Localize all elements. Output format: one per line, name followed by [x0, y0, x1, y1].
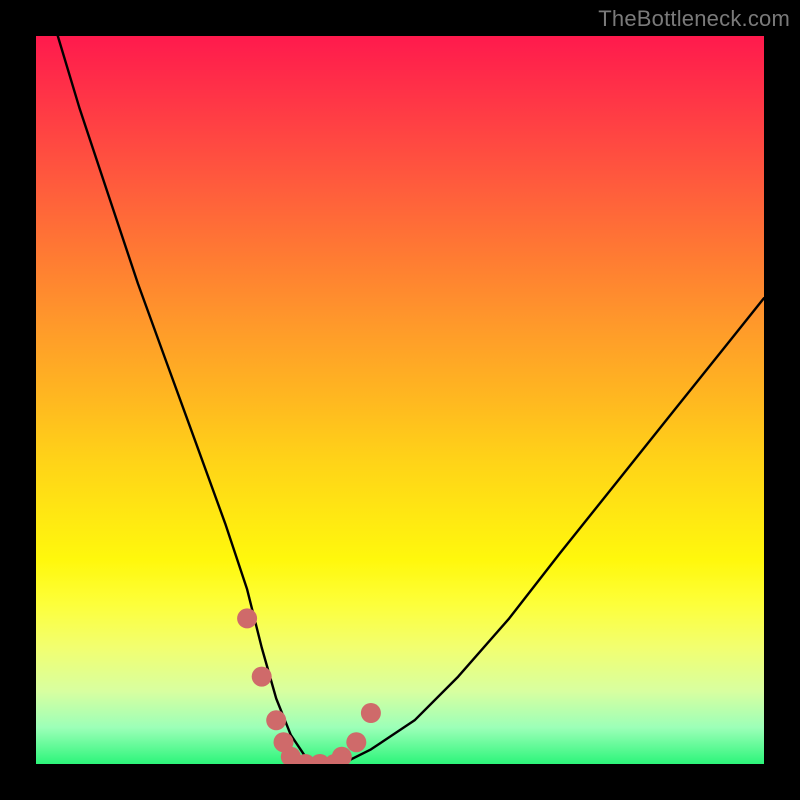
curve-svg [36, 36, 764, 764]
highlight-dot [252, 667, 272, 687]
watermark-text: TheBottleneck.com [598, 6, 790, 32]
highlight-dot [346, 732, 366, 752]
highlight-dot [237, 608, 257, 628]
plot-area [36, 36, 764, 764]
chart-frame: TheBottleneck.com [0, 0, 800, 800]
highlight-dot [361, 703, 381, 723]
highlight-dot [266, 710, 286, 730]
bottleneck-curve [58, 36, 764, 764]
highlight-dot [332, 747, 352, 764]
